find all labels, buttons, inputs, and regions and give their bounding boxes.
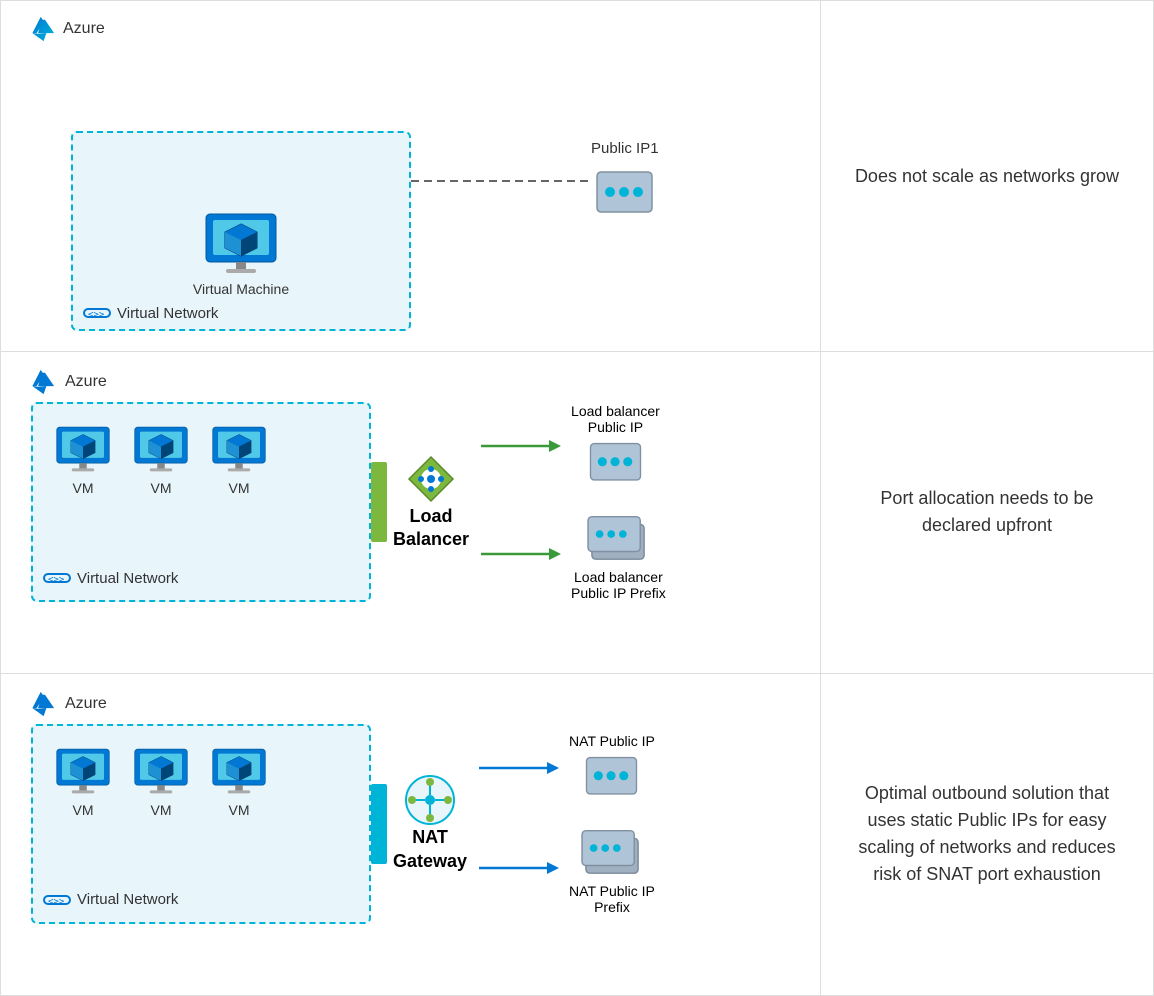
row3-vm2-label: VM	[151, 802, 172, 818]
row2-inner: VM	[31, 402, 790, 602]
lb-public-ip-icon	[583, 439, 648, 489]
row2-lb-label: Load Balancer	[393, 505, 469, 552]
row3-vnet-label: <>> Virtual Network	[33, 884, 188, 916]
svg-text:<>>: <>>	[48, 575, 65, 585]
row2-vnet-text: Virtual Network	[77, 570, 178, 587]
row3-target1-row: NAT Public IP	[479, 733, 655, 803]
row1-azure-label: Azure	[31, 15, 105, 43]
row3-vnet-box: VM	[31, 724, 371, 924]
diagram-container: Azure	[0, 0, 1154, 996]
nat-cyan-bar	[371, 784, 387, 864]
row1-public-ip: Public IP1	[591, 140, 659, 222]
row2-azure-logo-icon	[31, 368, 59, 396]
row1-public-ip-label: Public IP1	[591, 140, 659, 157]
row2-target2-label: Load balancerPublic IP Prefix	[571, 569, 666, 601]
lb-green-bar	[371, 462, 387, 542]
row1-description: Does not scale as networks grow	[821, 1, 1153, 351]
row1-vm-container: Virtual Machine	[193, 212, 289, 297]
row2-arrow-targets: Load balancerPublic IP	[481, 403, 666, 601]
row3-azure-label: Azure	[31, 690, 107, 718]
row3-nat-connector: NAT Gateway	[371, 774, 467, 873]
vm-icon-3	[209, 424, 269, 476]
row2-target1: Load balancerPublic IP	[571, 403, 660, 489]
row2-vm1-label: VM	[73, 480, 94, 496]
row3-arrow1	[479, 756, 559, 780]
row2-vms-row: VM	[33, 404, 289, 506]
row3-vm3-label: VM	[229, 802, 250, 818]
load-balancer-icon	[405, 453, 457, 505]
row1-vm-label: Virtual Machine	[193, 281, 289, 297]
row2-arrow2	[481, 542, 561, 566]
row3-vm-icon-3	[209, 746, 269, 798]
row3-vm2: VM	[131, 746, 191, 818]
row2-azure-text: Azure	[65, 373, 107, 391]
nat-public-ip-icon	[579, 753, 644, 803]
row2-vnet-box: VM	[31, 402, 371, 602]
svg-text:<>>: <>>	[88, 310, 105, 320]
row3-vnet-text: Virtual Network	[77, 891, 178, 908]
row3-nat-icon-label: NAT Gateway	[393, 774, 467, 873]
row3-description: Optimal outbound solution that uses stat…	[821, 674, 1153, 996]
row3-vm-icon-2	[131, 746, 191, 798]
row-3: Azure	[1, 674, 1153, 996]
row2-target1-label: Load balancerPublic IP	[571, 403, 660, 435]
row2-description: Port allocation needs to be declared upf…	[821, 352, 1153, 673]
row3-azure-logo-icon	[31, 690, 59, 718]
row3-target1: NAT Public IP	[569, 733, 655, 803]
row3-target2: NAT Public IPPrefix	[569, 821, 655, 915]
row3-vnet-icon: <>>	[43, 890, 71, 910]
row3-vm-icon-1	[53, 746, 113, 798]
row2-vnet-label: <>> Virtual Network	[33, 562, 188, 594]
row2-vm3: VM	[209, 424, 269, 496]
row2-vm2: VM	[131, 424, 191, 496]
row3-target2-row: NAT Public IPPrefix	[479, 821, 655, 915]
row3-arrow-targets: NAT Public IP	[479, 733, 655, 915]
row3-nat-label: NAT Gateway	[393, 826, 467, 873]
svg-text:<>>: <>>	[48, 897, 65, 907]
row2-azure-label: Azure	[31, 368, 107, 396]
row3-target2-label: NAT Public IPPrefix	[569, 883, 655, 915]
row-1: Azure	[1, 1, 1153, 352]
row2-vnet-icon: <>>	[43, 568, 71, 588]
row1-vnet-box: Virtual Machine <>> Virtual Network	[71, 131, 411, 331]
row1-diagram-area: Azure	[1, 1, 821, 351]
row2-target2-row: Load balancerPublic IP Prefix	[481, 507, 666, 601]
row3-vm1-label: VM	[73, 802, 94, 818]
row2-lb-icon-label: Load Balancer	[393, 453, 469, 552]
row2-target1-row: Load balancerPublic IP	[481, 403, 666, 489]
row2-vm2-label: VM	[151, 480, 172, 496]
row2-diagram-area: Azure	[1, 352, 821, 673]
row2-arrow1	[481, 434, 561, 458]
vm-icon-2	[131, 424, 191, 476]
row2-vm1: VM	[53, 424, 113, 496]
row3-vm3: VM	[209, 746, 269, 818]
row2-target2: Load balancerPublic IP Prefix	[571, 507, 666, 601]
row3-vms-row: VM	[33, 726, 289, 828]
azure-logo-icon	[31, 15, 59, 43]
vm-icon-1	[53, 424, 113, 476]
row1-vnet-label: <>> Virtual Network	[73, 297, 228, 329]
row3-vm1: VM	[53, 746, 113, 818]
row2-lb-connector: Load Balancer	[371, 453, 469, 552]
row3-inner: VM	[31, 724, 790, 924]
row3-diagram-area: Azure	[1, 674, 821, 996]
row1-vnet-text: Virtual Network	[117, 305, 218, 322]
row1-dashed-line	[411, 171, 591, 191]
lb-public-ip-prefix-icon	[583, 507, 653, 565]
row1-azure-text: Azure	[63, 20, 105, 38]
public-ip-icon	[592, 167, 657, 222]
vnet-icon: <>>	[83, 303, 111, 323]
row3-target1-label: NAT Public IP	[569, 733, 655, 749]
row3-arrow2	[479, 856, 559, 880]
nat-gateway-icon	[404, 774, 456, 826]
nat-public-ip-prefix-icon	[577, 821, 647, 879]
row-2: Azure	[1, 352, 1153, 674]
row3-azure-text: Azure	[65, 695, 107, 713]
row2-vm3-label: VM	[229, 480, 250, 496]
virtual-machine-icon	[201, 212, 281, 277]
